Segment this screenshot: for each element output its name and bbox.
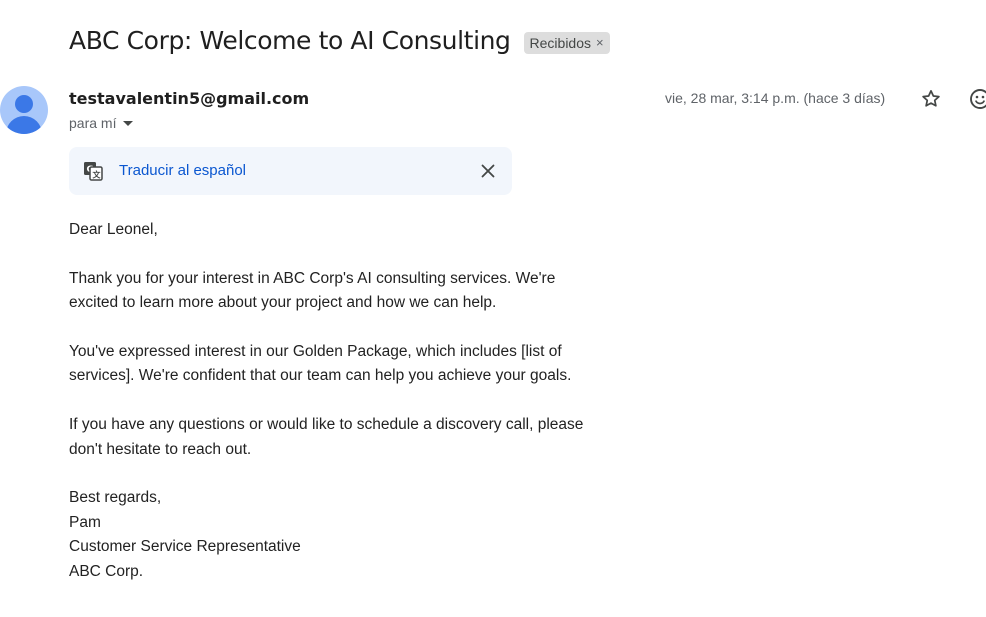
caret-down-icon [123, 120, 134, 126]
label-chip-text: Recibidos [529, 34, 592, 51]
email-view: ABC Corp: Welcome to AI Consulting Recib… [0, 0, 986, 617]
email-subject: ABC Corp: Welcome to AI Consulting [69, 26, 511, 55]
avatar-head-shape [15, 95, 33, 113]
signature-title: Customer Service Representative [69, 538, 301, 556]
star-icon[interactable] [920, 88, 942, 110]
translate-link[interactable]: Traducir al español [119, 162, 246, 179]
translate-icon: G 文 [84, 162, 103, 181]
recipient-details-toggle[interactable]: para mí [69, 115, 134, 131]
svg-text:文: 文 [93, 170, 102, 180]
subject-row: ABC Corp: Welcome to AI Consulting Recib… [69, 26, 610, 55]
sender-avatar[interactable] [0, 86, 48, 134]
translate-banner: G 文 Traducir al español [69, 147, 512, 195]
signature-company: ABC Corp. [69, 562, 144, 580]
email-body: Dear Leonel, Thank you for your interest… [69, 218, 589, 584]
body-paragraph: Thank you for your interest in ABC Corp'… [69, 269, 556, 312]
greeting-text: Dear Leonel, [69, 221, 158, 238]
email-date: vie, 28 mar, 3:14 p.m. (hace 3 días) [665, 90, 886, 106]
avatar-body-shape [6, 116, 42, 134]
signature-closing: Best regards, [69, 489, 162, 507]
recipient-label: para mí [69, 115, 117, 131]
sender-email[interactable]: testavalentin5@gmail.com [69, 89, 309, 108]
label-remove-icon[interactable]: × [596, 35, 604, 50]
label-chip-inbox[interactable]: Recibidos × [523, 31, 610, 54]
body-paragraph: If you have any questions or would like … [69, 416, 584, 458]
emoji-react-icon[interactable] [968, 87, 986, 111]
body-paragraph: You've expressed interest in our Golden … [69, 343, 572, 385]
signature-name: Pam [69, 513, 101, 531]
close-icon[interactable] [477, 160, 499, 182]
